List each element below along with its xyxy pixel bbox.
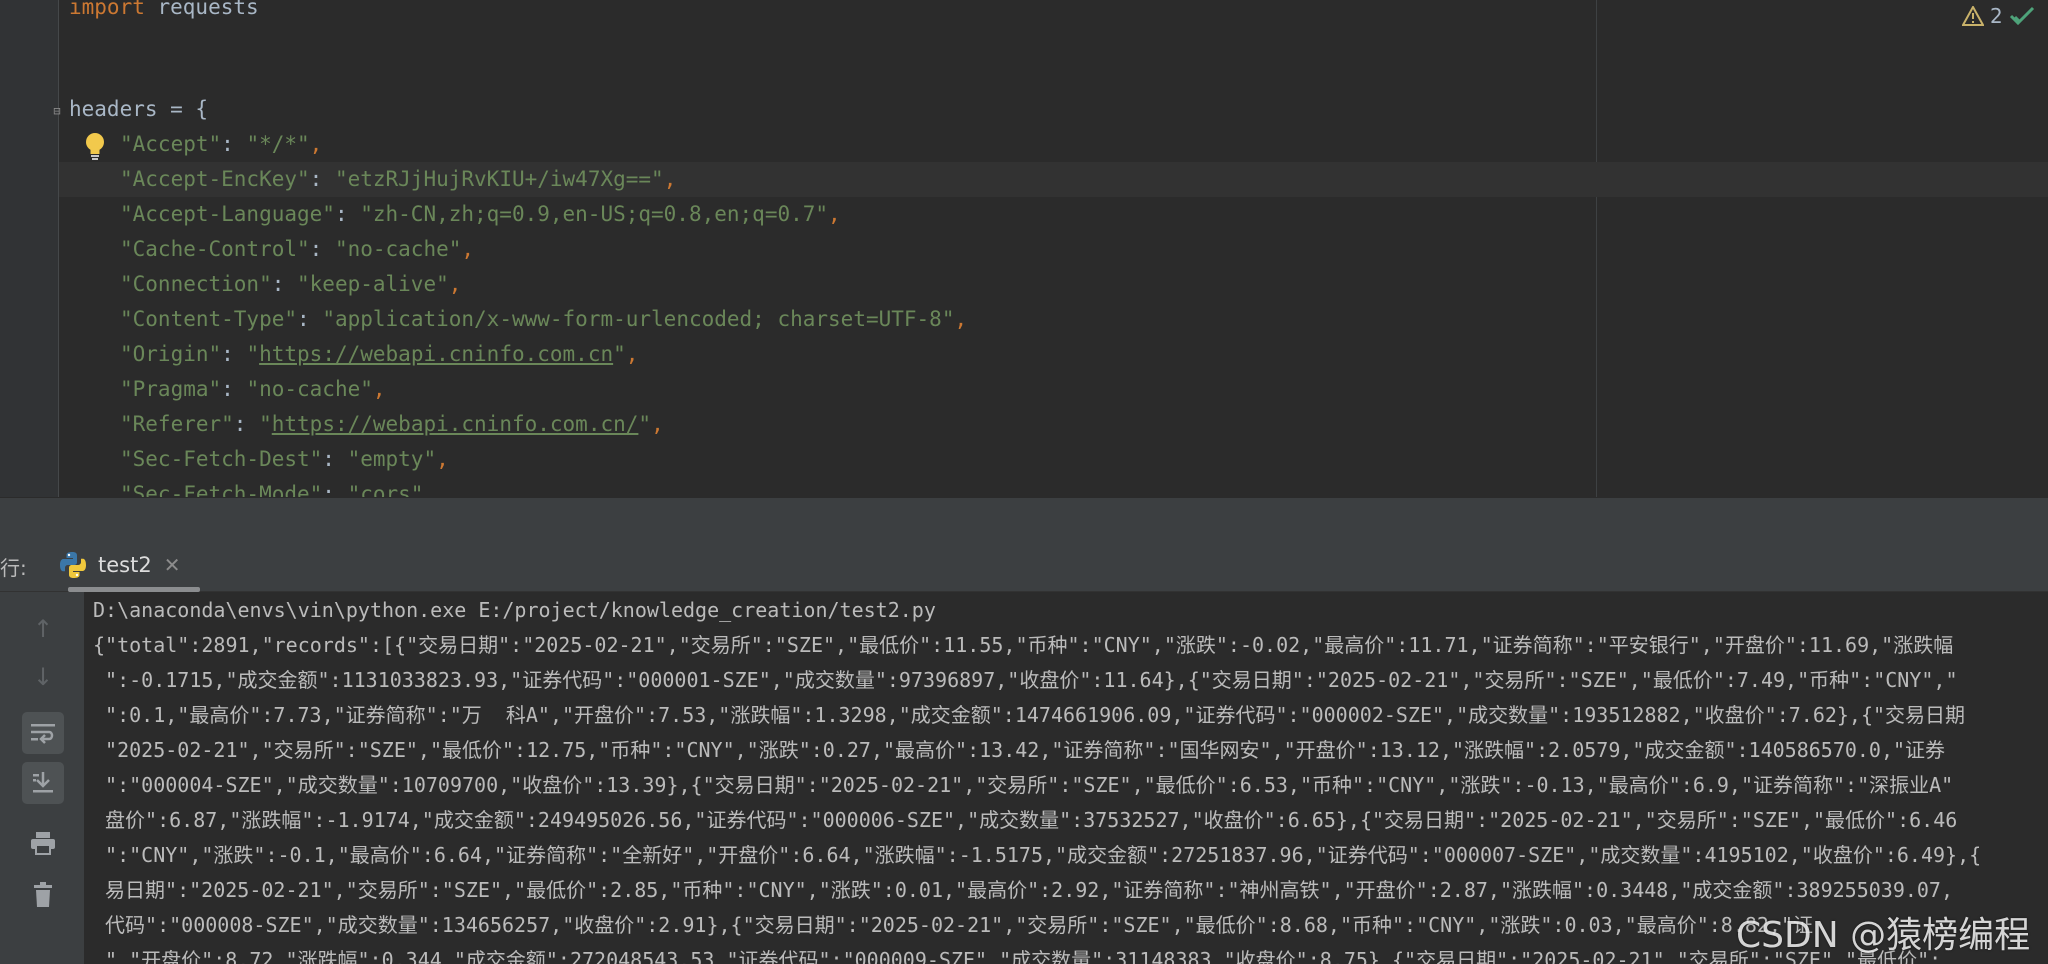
ide-window: ⊟ 2 import requests headers = {"Accept"… [0,0,2048,964]
comma: , [461,237,475,261]
colon-sep: : [334,202,361,226]
header-key: "Sec-Fetch-Mode" [120,482,323,497]
fold-toggle-icon[interactable]: ⊟ [50,104,64,118]
colon-sep: : [221,132,247,156]
comma: , [448,272,462,296]
trash-icon[interactable] [22,874,64,916]
code-line-header-entry: "Origin": "https://webapi.cninfo.com.cn"… [120,337,638,372]
warnings-count: 2 [1990,4,2003,28]
header-key: "Content-Type" [120,307,298,331]
print-icon[interactable] [22,822,64,864]
colon-sep: : [233,412,260,436]
import-module: requests [144,0,259,19]
header-key: "Referer" [120,412,234,436]
comma: , [625,342,639,366]
header-value: "no-cache" [246,377,373,401]
right-margin-guide [1596,0,1597,497]
run-tab-title: test2 [98,553,152,577]
console-line: {"total":2891,"records":[{"交易日期":"2025-0… [93,633,1954,657]
warning-icon [1962,6,1984,26]
header-value-quote: " [613,342,626,366]
code-line-import: import requests [69,0,259,25]
console-line: ":-0.1715,"成交金额":1131033823.93,"证券代码":"0… [93,668,1958,692]
code-line-header-entry: "Connection": "keep-alive", [120,267,461,302]
colon-sep: : [322,482,348,497]
run-toolbar: ↑ ↓ [0,592,84,964]
colon-sep: : [309,167,335,191]
comma: , [651,412,664,436]
comma: , [436,447,449,471]
header-value: "zh-CN,zh;q=0.9,en-US;q=0.8,en;q=0.7" [360,202,829,226]
python-icon [60,552,86,578]
code-line-header-entry: "Content-Type": "application/x-www-form-… [120,302,967,337]
close-tab-icon[interactable]: ✕ [164,553,181,577]
import-keyword: import [69,0,145,19]
header-key: "Accept-Language" [120,202,335,226]
comma: , [954,307,968,331]
header-value: "no-cache" [334,237,462,261]
check-icon [2009,6,2034,26]
scroll-down-icon[interactable]: ↓ [22,656,64,698]
run-tab-test2[interactable]: test2 ✕ [52,539,200,591]
colon-sep: : [297,307,323,331]
header-value: "cors" [347,482,424,497]
comma: , [309,132,323,156]
panel-splitter[interactable] [0,497,2048,540]
console-line: 易日期":"2025-02-21","交易所":"SZE","最低价":2.85… [93,878,1954,902]
header-value-link[interactable]: https://webapi.cninfo.com.cn/ [272,412,639,436]
console-line: ":"CNY","涨跌":-0.1,"最高价":6.64,"证券简称":"全新好… [93,843,1982,867]
code-line-header-entry: "Referer": "https://webapi.cninfo.com.cn… [120,407,664,442]
console-line: 盘价":6.87,"涨跌幅":-1.9174,"成交金额":249495026.… [93,808,1958,832]
code-editor[interactable]: ⊟ 2 import requests headers = {"Accept"… [0,0,2048,497]
colon-sep: : [309,237,335,261]
run-tool-window-header: 行: test2 ✕ [0,539,2048,592]
soft-wrap-icon[interactable] [22,712,64,754]
header-key: "Accept" [120,132,222,156]
code-line-header-entry: "Accept-Language": "zh-CN,zh;q=0.9,en-US… [120,197,841,232]
header-value: "*/*" [246,132,310,156]
run-label: 行: [0,556,27,580]
comma: , [663,167,677,191]
code-line-header-entry: "Cache-Control": "no-cache", [120,232,474,267]
inspection-widget[interactable]: 2 [1962,0,2035,32]
console-line: 代码":"000008-SZE","成交数量":134656257,"收盘价":… [93,913,1814,937]
header-value-quote: " [638,412,652,436]
scroll-up-icon[interactable]: ↑ [22,608,64,650]
colon-sep: : [221,342,247,366]
header-key: "Sec-Fetch-Dest" [120,447,323,471]
code-line-header-entry: "Accept": "*/*", [120,127,322,162]
colon-sep: : [271,272,298,296]
code-line-header-entry: "Pragma": "no-cache", [120,372,386,407]
header-key: "Connection" [120,272,272,296]
csdn-watermark: CSDN @猿榜编程 [1736,915,2031,956]
header-value-link[interactable]: https://webapi.cninfo.com.cn [259,342,613,366]
comma: , [372,377,386,401]
header-value: "empty" [347,447,437,471]
header-value: "etzRJjHujRvKIU+/iw47Xg==" [334,167,664,191]
header-key: "Origin" [120,342,222,366]
header-value: "application/x-www-form-urlencoded; char… [322,307,955,331]
console-line: ":"000004-SZE","成交数量":10709700,"收盘价":13.… [93,773,1954,797]
console-line: ","开盘价":8.72,"涨跌幅":0.344,"成交金额":27204854… [93,948,1942,964]
console-line: ":0.1,"最高价":7.73,"证券简称":"万 科A","开盘价":7.5… [93,703,1966,727]
header-key: "Cache-Control" [120,237,310,261]
code-line-header-entry: "Sec-Fetch-Mode": "cors", [120,477,436,497]
comma: , [828,202,841,226]
header-value: "keep-alive" [297,272,449,296]
scroll-to-end-icon[interactable] [22,762,64,804]
colon-sep: : [322,447,348,471]
editor-gutter[interactable] [0,0,59,497]
lightbulb-icon[interactable] [82,131,108,161]
code-line-header-entry: "Accept-EncKey": "etzRJjHujRvKIU+/iw47Xg… [120,162,676,197]
header-key: "Accept-EncKey" [120,167,310,191]
comma: , [423,482,437,497]
header-key: "Pragma" [120,377,222,401]
header-value-quote: " [246,342,260,366]
console-line: "2025-02-21","交易所":"SZE","最低价":12.75,"币种… [93,738,1946,762]
header-value-quote: " [259,412,272,436]
colon-sep: : [221,377,247,401]
code-line-header-entry: "Sec-Fetch-Dest": "empty", [120,442,449,477]
code-line-headers-open: headers = { [69,97,209,121]
console-line: D:\anaconda\envs\vin\python.exe E:/proje… [93,598,936,622]
